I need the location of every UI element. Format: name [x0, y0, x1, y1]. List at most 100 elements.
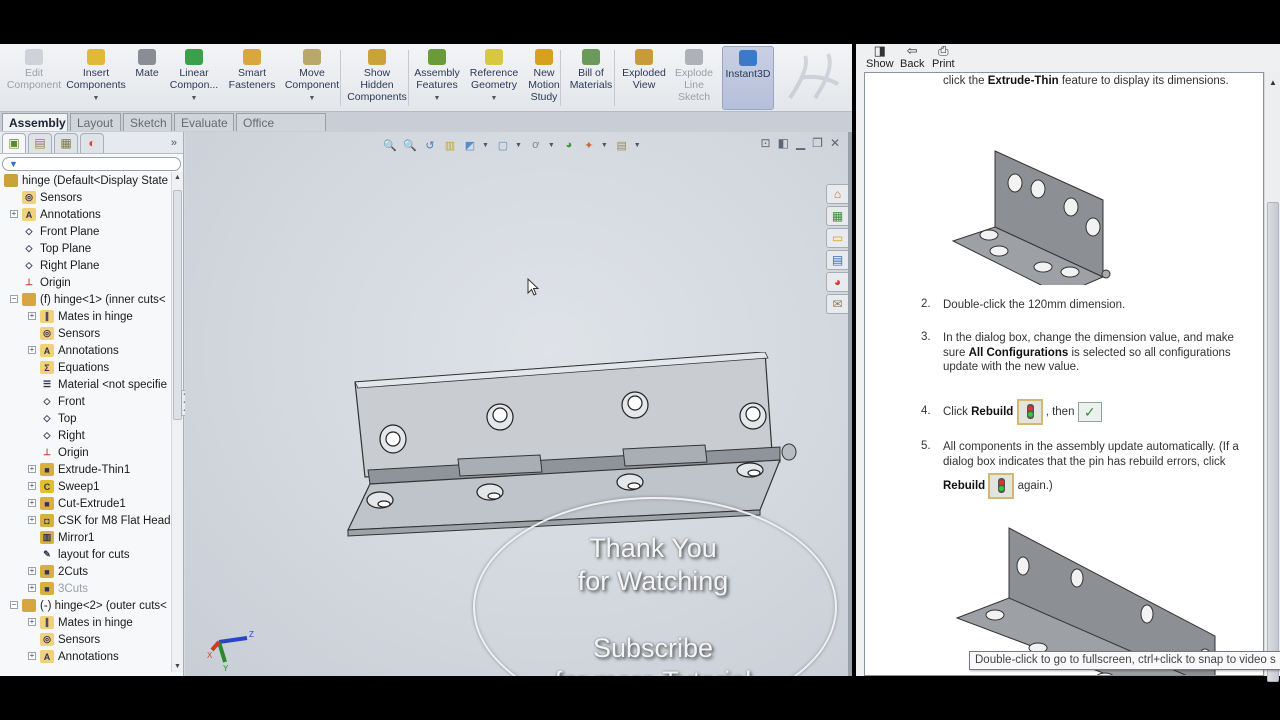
section-view-icon[interactable]: ▥	[442, 138, 458, 153]
edit-component-button[interactable]: Edit Component	[6, 46, 62, 110]
tree-item[interactable]: ◎ Sensors	[0, 631, 170, 648]
tree-item[interactable]: ⊥ Origin	[0, 444, 170, 461]
dropdown-caret-icon[interactable]: ▼	[482, 142, 489, 149]
custom-properties-icon[interactable]: ✉	[826, 294, 848, 314]
tree-item[interactable]: Σ Equations	[0, 359, 170, 376]
tree-item[interactable]: + A Annotations	[0, 206, 170, 223]
motion-study-button[interactable]: New Motion Study	[524, 46, 564, 110]
tree-item[interactable]: − (-) hinge<2> (outer cuts<	[0, 597, 170, 614]
back-button[interactable]: ⇦ Back	[900, 44, 924, 71]
view-settings-icon[interactable]: ▤	[614, 138, 630, 153]
bill-of-materials-button[interactable]: Bill of Materials	[568, 46, 614, 110]
configurationmanager-icon[interactable]: ▦	[54, 132, 78, 153]
tree-item[interactable]: ◇ Right Plane	[0, 257, 170, 274]
tree-item[interactable]: ◇ Front Plane	[0, 223, 170, 240]
show-button[interactable]: ◨ Show	[866, 44, 894, 71]
view-orientation-icon[interactable]: ◩	[462, 138, 478, 153]
feature-filter-input[interactable]: ▼	[2, 157, 181, 171]
zoom-to-fit-icon[interactable]: 🔍	[382, 138, 398, 153]
view-palette-icon[interactable]: ▤	[826, 250, 848, 270]
tree-item[interactable]: ✎ layout for cuts	[0, 546, 170, 563]
show-hidden-button[interactable]: Show Hidden Components	[344, 46, 410, 110]
tree-item[interactable]: ◇ Front	[0, 393, 170, 410]
expand-icon[interactable]: +	[28, 499, 36, 507]
expand-icon[interactable]: +	[28, 567, 36, 575]
tree-item[interactable]: + ◘ CSK for M8 Flat Head	[0, 512, 170, 529]
tree-item[interactable]: ◇ Top	[0, 410, 170, 427]
assembly-features-button[interactable]: Assembly Features ▼	[412, 46, 462, 110]
dropdown-caret-icon[interactable]: ▼	[191, 93, 198, 105]
dropdown-caret-icon[interactable]: ▼	[515, 142, 522, 149]
tab-evaluate[interactable]: Evaluate	[174, 113, 234, 131]
dropdown-caret-icon[interactable]: ▼	[601, 142, 608, 149]
close-icon[interactable]: ✕	[830, 136, 840, 150]
display-manager-icon[interactable]: ◐	[80, 132, 104, 153]
tree-scrollbar[interactable]: ▲ ▼	[171, 172, 183, 672]
tree-item[interactable]: ◇ Top Plane	[0, 240, 170, 257]
expand-icon[interactable]: +	[10, 210, 18, 218]
help-scroll-thumb[interactable]	[1267, 202, 1279, 682]
apply-scene-icon[interactable]: ✦	[581, 138, 597, 153]
tree-item[interactable]: ◎ Sensors	[0, 325, 170, 342]
tree-item[interactable]: ⊥ Origin	[0, 274, 170, 291]
dropdown-caret-icon[interactable]: ▼	[309, 93, 316, 105]
scroll-down-arrow-icon[interactable]: ▼	[174, 663, 181, 670]
help-scrollbar[interactable]: ▲	[1264, 72, 1280, 682]
minimize-icon[interactable]: ▁	[796, 136, 805, 150]
tab-sketch[interactable]: Sketch	[123, 113, 172, 131]
tree-item[interactable]: + C Sweep1	[0, 478, 170, 495]
insert-components-button[interactable]: Insert Components ▼	[66, 46, 126, 110]
scroll-up-arrow-icon[interactable]: ▲	[174, 174, 181, 181]
restore-icon[interactable]: ❐	[812, 136, 823, 150]
dropdown-caret-icon[interactable]: ▼	[548, 142, 555, 149]
hide-show-items-icon[interactable]: ơ	[528, 138, 544, 153]
previous-view-icon[interactable]: ↺	[422, 138, 438, 153]
tree-item[interactable]: ◇ Right	[0, 427, 170, 444]
dropdown-caret-icon[interactable]: ▼	[491, 93, 498, 105]
exploded-view-button[interactable]: Exploded View	[620, 46, 668, 110]
display-style-icon[interactable]: ▢	[495, 138, 511, 153]
expand-icon[interactable]: +	[28, 652, 36, 660]
appearances-scenes-icon[interactable]: ◕	[826, 272, 848, 292]
file-explorer-icon[interactable]: ▭	[826, 228, 848, 248]
propertymanager-icon[interactable]: ▤	[28, 132, 52, 153]
mate-button[interactable]: Mate	[130, 46, 164, 110]
dropdown-caret-icon[interactable]: ▼	[93, 93, 100, 105]
expand-icon[interactable]: +	[28, 516, 36, 524]
edit-appearance-icon[interactable]: ◕	[561, 138, 577, 153]
tree-item[interactable]: ☰ Material <not specifie	[0, 376, 170, 393]
tree-item[interactable]: + ∥ Mates in hinge	[0, 308, 170, 325]
tree-scroll-thumb[interactable]	[173, 190, 182, 420]
tree-item[interactable]: + ■ Extrude-Thin1	[0, 461, 170, 478]
print-button[interactable]: ⎙ Print	[932, 44, 955, 71]
reference-geometry-button[interactable]: Reference Geometry ▼	[466, 46, 522, 110]
smart-fasteners-button[interactable]: Smart Fasteners	[226, 46, 278, 110]
tree-item[interactable]: + ∥ Mates in hinge	[0, 614, 170, 631]
expand-icon[interactable]: +	[28, 618, 36, 626]
collapse-icon[interactable]: −	[10, 295, 18, 303]
tab-assembly[interactable]: Assembly	[2, 113, 68, 131]
solidworks-resources-icon[interactable]: ⌂	[826, 184, 848, 204]
dropdown-caret-icon[interactable]: ▼	[434, 93, 441, 105]
collapse-icon[interactable]: −	[10, 601, 18, 609]
featuremanager-tree-icon[interactable]: ▣	[2, 132, 26, 153]
move-component-button[interactable]: Move Component ▼	[282, 46, 342, 110]
expand-icon[interactable]: +	[28, 465, 36, 473]
design-library-icon[interactable]: ▦	[826, 206, 848, 226]
expand-icon[interactable]: +	[28, 346, 36, 354]
tree-item[interactable]: hinge (Default<Display State	[0, 172, 170, 189]
tab-layout[interactable]: Layout	[70, 113, 121, 131]
tree-item[interactable]: + A Annotations	[0, 342, 170, 359]
tab-office-products[interactable]: Office Products	[236, 113, 326, 144]
linear-pattern-button[interactable]: Linear Compon... ▼	[168, 46, 220, 110]
tile-horizontal-icon[interactable]: ⊡	[761, 136, 771, 150]
expand-icon[interactable]: +	[28, 482, 36, 490]
tree-item[interactable]: + A Annotations	[0, 648, 170, 665]
tree-item[interactable]: ◎ Sensors	[0, 189, 170, 206]
expand-panel-button[interactable]: »	[171, 137, 177, 149]
dropdown-caret-icon[interactable]: ▼	[634, 142, 641, 149]
zoom-to-area-icon[interactable]: 🔍	[402, 138, 418, 153]
scroll-up-arrow-icon[interactable]: ▲	[1269, 78, 1277, 87]
instant3d-button[interactable]: Instant3D	[722, 46, 774, 110]
tile-vertical-icon[interactable]: ◧	[778, 136, 789, 150]
